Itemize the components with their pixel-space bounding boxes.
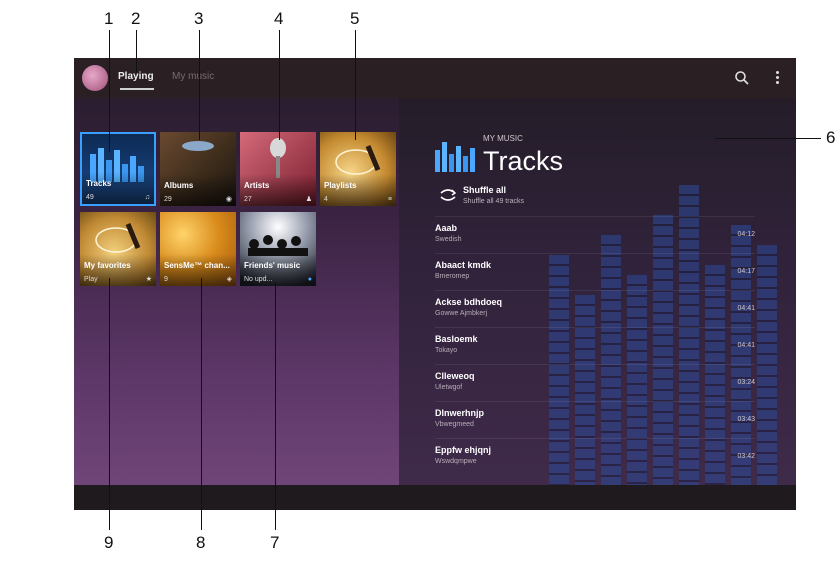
app-screen: Playing My music Tracks 49 ♫ Albums 29 ◉… [74,58,796,510]
tile-tracks[interactable]: Tracks 49 ♫ [80,132,156,206]
callout-8: 8 [196,533,206,552]
track-duration: 03:24 [737,379,755,386]
callout-6: 6 [826,128,836,147]
track-name: Dlnwerhnjp [435,408,484,418]
shuffle-all-subtitle: Shuffle all 49 tracks [463,198,524,205]
overflow-menu-icon[interactable] [774,70,780,86]
tab-playing[interactable]: Playing [118,71,154,82]
tile-count: 49 [86,194,94,201]
track-artist: Wswdqmpwe [435,458,477,465]
track-duration: 04:41 [737,342,755,349]
album-avatar[interactable] [82,65,108,91]
crowd-icon [248,235,308,256]
track-duration: 03:43 [737,416,755,423]
track-artist: Bmeromep [435,273,470,280]
callout-4: 4 [274,9,284,28]
tile-count: Play [84,276,98,283]
shuffle-all-button[interactable]: Shuffle all [463,185,506,195]
track-duration: 03:42 [737,453,755,460]
track-name: Eppfw ehjqnj [435,445,491,455]
tab-my-music[interactable]: My music [172,71,214,82]
person-icon: ♟ [305,196,312,203]
track-row[interactable]: Eppfw ehjqnj Wswdqmpwe 03:42 [435,438,755,473]
track-name: Clleweoq [435,371,475,381]
section-title: Tracks [483,146,563,176]
section-eyebrow: MY MUSIC [483,134,523,143]
tile-label: Tracks [86,179,112,188]
search-icon[interactable] [734,70,750,86]
vinyl-icon [95,223,141,253]
note-icon: ♫ [144,194,150,201]
shuffle-icon[interactable] [439,188,457,202]
tile-label: My favorites [84,261,131,270]
callout-2: 2 [131,9,141,28]
leader-line-1 [109,30,110,152]
leader-line-4 [279,30,280,140]
track-artist: Gowwe Ajmbkerj [435,310,488,317]
tile-count: No upd... [244,276,273,283]
tile-label: Albums [164,181,194,190]
leader-line-8 [201,278,202,530]
tile-count: 4 [324,196,328,203]
track-duration: 04:12 [737,231,755,238]
leader-line-6 [715,138,821,139]
track-name: Aaab [435,223,458,233]
track-artist: Uletwgof [435,384,463,391]
tile-label: SensMe™ chan... [164,261,230,270]
callout-9: 9 [104,533,114,552]
leader-line-7 [275,282,276,530]
track-row[interactable]: Aaab Swedish 04:12 [435,216,755,251]
tile-count: 9 [164,276,168,283]
navigation-bar [74,485,796,510]
leader-line-9 [109,278,110,530]
callout-3: 3 [194,9,204,28]
track-row[interactable]: Dlnwerhnjp Vbwegmeed 03:43 [435,401,755,436]
track-row[interactable]: Abaact kmdk Bmeromep 04:17 [435,253,755,288]
tracks-equalizer-icon [435,142,475,172]
leader-line-2 [136,30,137,72]
library-panel: Tracks 49 ♫ Albums 29 ◉ Artists 27 ♟ Pla… [74,98,399,485]
tile-label: Playlists [324,181,357,190]
tile-count: 27 [244,196,252,203]
tile-count: 29 [164,196,172,203]
track-name: Ackse bdhdoeq [435,297,503,307]
tile-playlists[interactable]: Playlists 4 ≡ [320,132,396,206]
track-artist: Vbwegmeed [435,421,474,428]
track-artist: Tokayo [435,347,458,354]
track-name: Basloemk [435,334,478,344]
tile-label: Artists [244,181,270,190]
callout-7: 7 [270,533,280,552]
track-row[interactable]: Basloemk Tokayo 04:41 [435,327,755,362]
playlist-icon: ≡ [387,196,392,203]
star-icon: ★ [145,276,152,283]
channel-icon: ◈ [226,276,232,283]
leader-line-5 [355,30,356,140]
tile-shade [320,174,396,206]
track-name: Abaact kmdk [435,260,492,270]
tile-label: Friends' music [244,261,301,270]
tile-artists[interactable]: Artists 27 ♟ [240,132,316,206]
tile-my-favorites[interactable]: My favorites Play ★ [80,212,156,286]
track-duration: 04:41 [737,305,755,312]
leader-line-3 [199,30,200,140]
lamp-icon [182,141,214,151]
album-icon: ◉ [225,196,232,203]
share-icon: ● [307,276,312,283]
callout-1: 1 [104,9,114,28]
equalizer-bar-bg [757,245,777,485]
tile-albums[interactable]: Albums 29 ◉ [160,132,236,206]
tile-friends-music[interactable]: Friends' music No upd... ● [240,212,316,286]
track-duration: 04:17 [737,268,755,275]
vinyl-icon [335,145,381,175]
top-action-bar: Playing My music [74,58,796,98]
track-row[interactable]: Clleweoq Uletwgof 03:24 [435,364,755,399]
callout-5: 5 [350,9,360,28]
tab-underline [120,88,154,90]
track-row[interactable]: Ackse bdhdoeq Gowwe Ajmbkerj 04:41 [435,290,755,325]
tracks-panel: MY MUSIC Tracks Shuffle all Shuffle all … [399,98,796,485]
track-artist: Swedish [435,236,462,243]
tile-sensme-channels[interactable]: SensMe™ chan... 9 ◈ [160,212,236,286]
tile-shade [160,254,236,286]
